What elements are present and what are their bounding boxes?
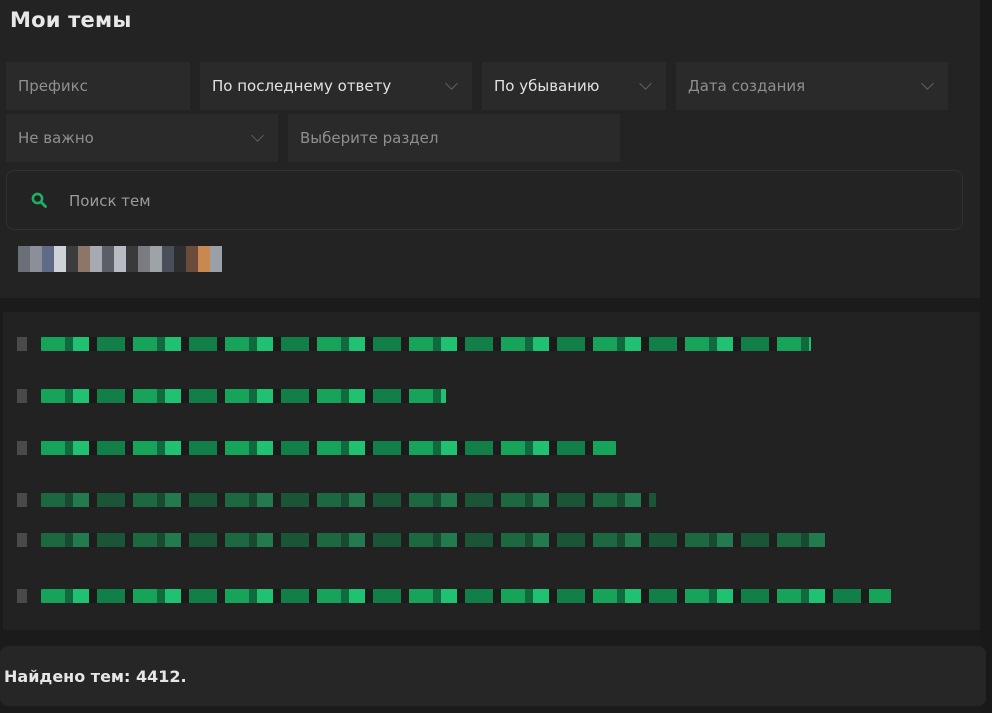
search-box[interactable] <box>6 170 963 230</box>
search-icon <box>31 192 47 208</box>
redacted-topic-title <box>41 493 656 507</box>
importance-value: Не важно <box>18 129 94 147</box>
list-item[interactable] <box>17 582 891 610</box>
redacted-topic-title <box>41 589 891 603</box>
sort-by-select[interactable]: По последнему ответу <box>200 62 472 110</box>
list-item[interactable] <box>17 486 656 514</box>
topic-bullet <box>17 589 27 603</box>
order-value: По убыванию <box>494 77 600 95</box>
chevron-down-icon <box>251 129 264 142</box>
chevron-down-icon <box>921 77 934 90</box>
topic-bullet <box>17 493 27 507</box>
redacted-topic-title <box>41 389 446 403</box>
filters-panel: Мои темы Префикс По последнему ответу По… <box>0 0 980 298</box>
results-footer: Найдено тем: 4412. <box>0 646 986 706</box>
search-input[interactable] <box>67 189 931 213</box>
list-item[interactable] <box>17 382 446 410</box>
chevron-down-icon <box>445 77 458 90</box>
date-select[interactable]: Дата создания <box>676 62 948 110</box>
topic-bullet <box>17 533 27 547</box>
redacted-topic-title <box>41 337 811 351</box>
date-value: Дата создания <box>688 77 806 95</box>
prefix-filter[interactable]: Префикс <box>6 62 190 110</box>
redacted-topic-title <box>41 533 826 547</box>
list-item[interactable] <box>17 526 826 554</box>
section-select[interactable]: Выберите раздел <box>288 114 620 162</box>
prefix-filter-label: Префикс <box>18 77 88 95</box>
order-select[interactable]: По убыванию <box>482 62 666 110</box>
page-scrollbar[interactable] <box>980 0 992 713</box>
importance-select[interactable]: Не важно <box>6 114 278 162</box>
topic-bullet <box>17 337 27 351</box>
redacted-author-filter <box>18 246 222 272</box>
topic-bullet <box>17 389 27 403</box>
topics-list <box>3 312 980 630</box>
chevron-down-icon <box>639 77 652 90</box>
sort-by-value: По последнему ответу <box>212 77 392 95</box>
topics-found-count: Найдено тем: 4412. <box>4 667 187 686</box>
list-item[interactable] <box>17 330 811 358</box>
redacted-topic-title <box>41 441 616 455</box>
section-placeholder: Выберите раздел <box>300 129 439 147</box>
topic-bullet <box>17 441 27 455</box>
page-title: Мои темы <box>10 8 132 32</box>
list-item[interactable] <box>17 434 616 462</box>
